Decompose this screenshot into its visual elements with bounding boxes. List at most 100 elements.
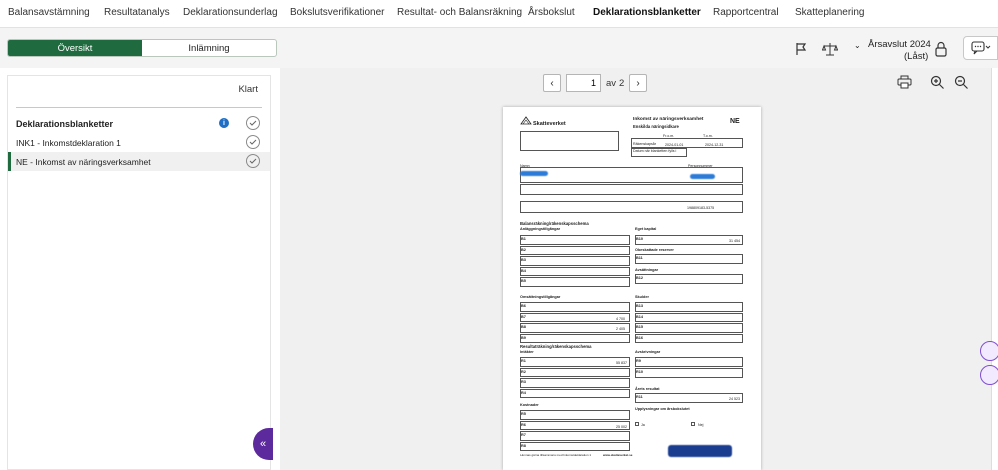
debts-title: Skulder (635, 295, 649, 299)
equity-title: Eget kapital (635, 227, 657, 231)
form-subtitle: Enskilda näringsidkare (633, 124, 679, 129)
list-item-ne[interactable]: NE - Inkomst av näringsverksamhet (8, 152, 270, 171)
form-row-code: B12 (636, 276, 643, 280)
result-title: Årets resultat (635, 387, 660, 391)
nav-balansavstamning[interactable]: Balansavstämning (8, 7, 90, 18)
info-icon[interactable]: i (219, 118, 229, 128)
ja-checkbox (635, 422, 639, 426)
year-status: (Låst) (904, 51, 929, 62)
skatteverket-logo-icon (520, 116, 532, 126)
toolbar: Översikt Inlämning ⌄ Årsavslut 2024 (Lås… (0, 28, 998, 68)
form-row-code: R2 (521, 369, 526, 374)
pnr-value: 198809183-5375 (687, 206, 715, 210)
agency-name: Skatteverket (533, 121, 566, 127)
page-number-input[interactable] (566, 74, 601, 92)
prev-page-button[interactable]: ‹ (543, 74, 561, 92)
form-row-box (635, 393, 743, 403)
form-row-box (520, 388, 630, 398)
divider (16, 107, 262, 108)
chevron-down-icon: ⌄ (854, 41, 861, 50)
check-icon (246, 116, 260, 130)
right-rail (980, 68, 998, 470)
form-row-box (520, 277, 630, 287)
form-row-code: R8 (521, 443, 526, 448)
form-row-box (520, 420, 630, 430)
info-title: Upplysningar om årsbokslutet (635, 407, 690, 411)
comments-button[interactable] (963, 36, 998, 60)
flag-icon[interactable] (792, 40, 810, 58)
pager: ‹ av 2 › (280, 74, 991, 94)
form-row-code: B14 (636, 314, 643, 319)
tab-oversikt[interactable]: Översikt (8, 40, 142, 56)
untaxed-title: Obeskattade reserver (635, 248, 674, 252)
form-row-code: R3 (521, 380, 526, 384)
scale-icon[interactable] (820, 39, 840, 59)
next-page-button[interactable]: › (629, 74, 647, 92)
result-section-title: Resultaträkning/räkenskapsschema (520, 344, 592, 349)
costs-title: Kostnader (520, 403, 539, 407)
document-page: Skatteverket Inkomst av näringsverksamhe… (503, 107, 761, 470)
tab-inlamning[interactable]: Inlämning (142, 40, 276, 56)
done-button[interactable]: Klart (238, 84, 258, 95)
nav-resultatanalys[interactable]: Resultatanalys (104, 7, 170, 18)
top-navigation: Balansavstämning Resultatanalys Deklarat… (0, 0, 998, 28)
form-row-box (520, 378, 630, 388)
nav-rapportcentral[interactable]: Rapportcentral (713, 7, 779, 18)
address-box (520, 184, 743, 195)
zoom-in-icon[interactable] (928, 73, 946, 91)
assets-title: Anläggningstillgångar (520, 227, 561, 231)
form-row-box (520, 302, 630, 312)
form-row-box (635, 302, 743, 312)
list-item-label: INK1 - Inkomstdeklaration 1 (16, 137, 121, 148)
form-row-box (520, 367, 630, 377)
form-row-value: 55 837 (616, 361, 627, 365)
nav-deklarationsblanketter[interactable]: Deklarationsblanketter (593, 7, 701, 18)
redacted-signature (668, 445, 732, 457)
form-row-box (635, 254, 743, 264)
form-row-box (520, 245, 630, 255)
form-row-code: B5 (521, 279, 526, 283)
period-label: Räkenskapsår (633, 142, 656, 146)
form-row-box (635, 357, 743, 367)
nav-arsbokslut[interactable]: Årsbokslut (528, 7, 575, 18)
period-to: 2024-12-31 (705, 143, 724, 147)
form-row-code: B10 (636, 237, 643, 241)
form-row-box (520, 410, 630, 420)
redacted-pnr (690, 174, 715, 179)
help-icon[interactable] (980, 341, 998, 361)
form-row-code: B7 (521, 314, 526, 319)
form-row-value: 25 002 (616, 424, 627, 429)
page-of-label: av (606, 78, 617, 89)
page-total: 2 (619, 78, 625, 89)
form-row-code: R1 (521, 359, 526, 363)
form-row-code: R5 (521, 412, 526, 416)
form-row-value: 31 454 (729, 239, 740, 243)
forms-list-panel: Klart Deklarationsblanketter i INK1 - In… (7, 75, 271, 470)
form-row-box (520, 266, 630, 276)
form-code: NE (730, 118, 740, 125)
assistant-icon[interactable] (980, 365, 998, 385)
list-item-label: NE - Inkomst av näringsverksamhet (16, 156, 151, 167)
form-row-box (635, 333, 743, 343)
form-row-box (520, 323, 630, 333)
form-row-value: 4 700 (616, 316, 625, 321)
nav-resultat-balansrakning[interactable]: Resultat- och Balansräkning (397, 7, 522, 18)
nav-skatteplanering[interactable]: Skatteplanering (795, 7, 865, 18)
year-label: Årsavslut 2024 (868, 39, 931, 50)
form-row-box (520, 431, 630, 441)
form-row-box (520, 357, 630, 367)
ja-label: Ja (641, 423, 645, 427)
double-chevron-left-icon: « (259, 438, 267, 450)
period-from: 2024-01-01 (665, 143, 684, 147)
nav-bokslutsverifikationer[interactable]: Bokslutsverifikationer (290, 7, 384, 18)
nav-deklarationsunderlag[interactable]: Deklarationsunderlag (183, 7, 278, 18)
view-toggle: Översikt Inlämning (7, 39, 277, 57)
zoom-out-icon[interactable] (952, 73, 970, 91)
footer-text: Lämnas gärna tillsammans med Inkomstdekl… (520, 453, 592, 457)
print-icon[interactable] (895, 73, 913, 91)
form-row-box (520, 312, 630, 322)
list-item-ink1[interactable]: INK1 - Inkomstdeklaration 1 (8, 133, 270, 152)
form-row-code: B2 (521, 247, 526, 252)
income-title: Intäkter (520, 350, 534, 354)
form-row-code: B15 (636, 325, 643, 329)
